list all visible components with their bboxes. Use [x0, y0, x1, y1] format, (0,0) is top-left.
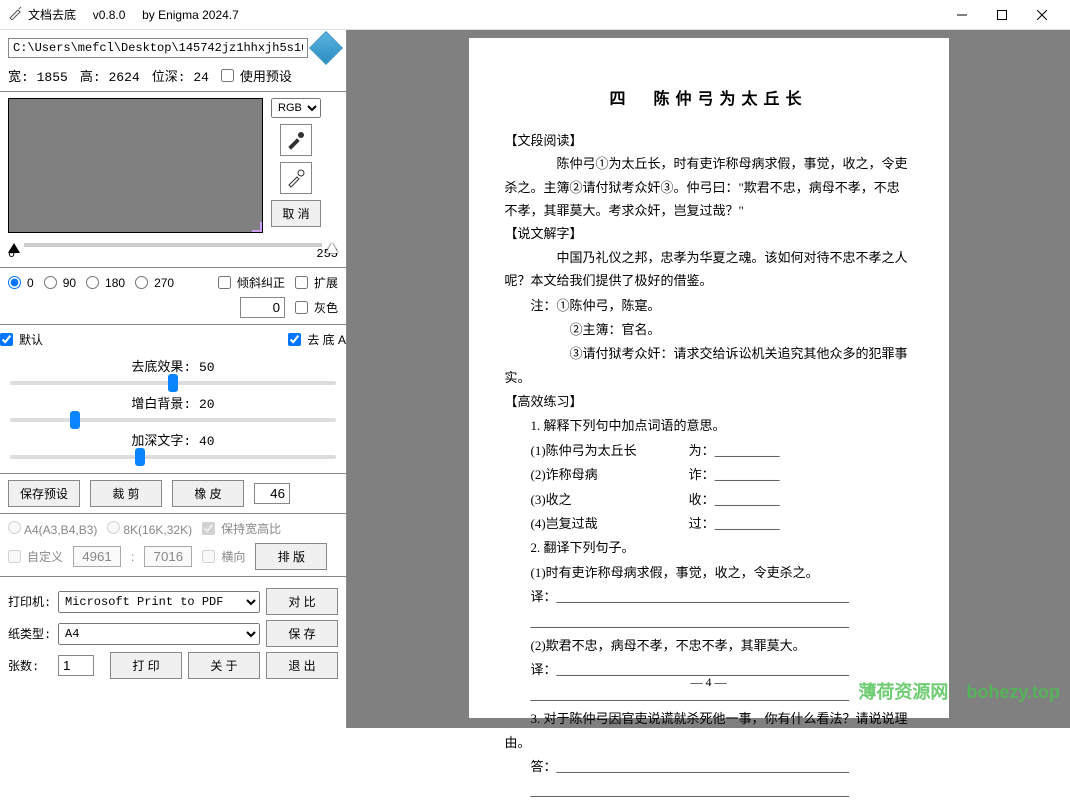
custom-size-checkbox: 自定义 — [8, 548, 63, 565]
width-info: 宽: 1855 — [8, 66, 68, 85]
eyedropper-light-icon[interactable] — [280, 162, 312, 194]
q3: 3. 对于陈仲弓因官吏说谎就杀死他一事，你有什么看法？请说说理由。 — [505, 707, 913, 754]
q2: 2. 翻译下列句子。 — [505, 536, 913, 559]
sec-exercise: 【高效练习】 — [505, 390, 913, 413]
papertype-select[interactable]: A4 — [58, 623, 260, 645]
deepen-label: 加深文字: 40 — [0, 430, 346, 449]
papertype-label: 纸类型: — [8, 625, 52, 642]
note-2: ③请付狱考众奸：请求交给诉讼机关追究其他众多的犯罪事实。 — [505, 342, 913, 389]
custom-h — [144, 546, 192, 567]
sec-reading: 【文段阅读】 — [505, 129, 913, 152]
save-button[interactable]: 保 存 — [266, 620, 338, 647]
printer-select[interactable]: Microsoft Print to PDF — [58, 591, 260, 613]
whiten-label: 增白背景: 20 — [0, 393, 346, 412]
document-page: 四 陈仲弓为太丘长 【文段阅读】 陈仲弓①为太丘长，时有吏诈称母病求假，事觉，收… — [469, 38, 949, 718]
save-preset-button[interactable]: 保存预设 — [8, 480, 80, 507]
paper-8k: 8K(16K,32K) — [107, 521, 192, 537]
q3a: 答：______________________________________… — [505, 755, 913, 778]
about-button[interactable]: 关 于 — [188, 652, 260, 679]
para-1: 陈仲弓①为太丘长，时有吏诈称母病求假，事觉，收之，令吏杀之。主簿②请付狱考众奸③… — [505, 152, 913, 222]
depth-info: 位深: 24 — [152, 66, 209, 85]
height-info: 高: 2624 — [80, 66, 140, 85]
eraser-size-input[interactable] — [254, 483, 290, 504]
crop-button[interactable]: 裁 剪 — [90, 480, 162, 507]
rotate-270[interactable]: 270 — [135, 276, 174, 290]
debg-a-checkbox[interactable]: 去 底 A — [288, 331, 346, 348]
extend-checkbox[interactable]: 扩展 — [295, 274, 338, 291]
custom-w — [73, 546, 121, 567]
printer-label: 打印机: — [8, 593, 52, 610]
copies-input[interactable] — [58, 655, 94, 676]
q2a2: 译：______________________________________… — [505, 585, 913, 608]
sec-chars: 【说文解字】 — [505, 222, 913, 245]
print-button[interactable]: 打 印 — [110, 652, 182, 679]
doc-title: 四 陈仲弓为太丘长 — [505, 86, 913, 115]
use-preset-checkbox[interactable]: 使用预设 — [221, 66, 292, 85]
maximize-button[interactable] — [982, 0, 1022, 30]
colormode-select[interactable]: RGB — [271, 98, 321, 118]
filepath-input[interactable] — [8, 38, 308, 58]
landscape-checkbox: 横向 — [202, 548, 245, 565]
open-file-button[interactable] — [309, 31, 343, 65]
preview-thumbnail — [8, 98, 263, 233]
typeset-button[interactable]: 排 版 — [255, 543, 327, 570]
whiten-slider[interactable] — [10, 418, 336, 422]
q1c: (3)收之 收：__________ — [505, 488, 913, 511]
q1b: (2)诈称母病 诈：__________ — [505, 463, 913, 486]
rotate-180[interactable]: 180 — [86, 276, 125, 290]
titlebar: 文档去底 v0.8.0 by Enigma 2024.7 — [0, 0, 1070, 30]
note-0: 注：①陈仲弓，陈寔。 — [505, 294, 913, 317]
q1d: (4)岂复过哉 过：__________ — [505, 512, 913, 535]
cancel-button[interactable]: 取 消 — [271, 200, 320, 227]
q2b: (2)欺君不忠，病母不孝，不忠不孝，其罪莫大。 — [505, 634, 913, 657]
close-button[interactable] — [1022, 0, 1062, 30]
grayscale-checkbox[interactable]: 灰色 — [295, 299, 338, 316]
skew-correct-checkbox[interactable]: 倾斜纠正 — [218, 274, 285, 291]
app-title: 文档去底 v0.8.0 by Enigma 2024.7 — [28, 6, 239, 23]
rotate-90[interactable]: 90 — [44, 276, 76, 290]
keep-ratio-checkbox: 保持宽高比 — [202, 520, 281, 537]
document-preview: 四 陈仲弓为太丘长 【文段阅读】 陈仲弓①为太丘长，时有吏诈称母病求假，事觉，收… — [347, 30, 1070, 728]
note-1: ②主簿：官名。 — [505, 318, 913, 341]
q2a3: ________________________________________… — [505, 610, 913, 633]
q1a: (1)陈仲弓为太丘长 为：__________ — [505, 439, 913, 462]
eraser-button[interactable]: 橡 皮 — [172, 480, 244, 507]
app-icon — [8, 6, 22, 23]
effect-label: 去底效果: 50 — [0, 356, 346, 375]
q3b: ________________________________________… — [505, 779, 913, 802]
angle-input[interactable] — [240, 297, 285, 318]
para-2: 中国乃礼仪之邦，忠孝为华夏之魂。该如何对待不忠不孝之人呢？本文给我们提供了极好的… — [505, 246, 913, 293]
default-checkbox[interactable]: 默认 — [0, 331, 43, 348]
rotate-0[interactable]: 0 — [8, 276, 34, 290]
watermark: 薄荷资源网 bohezy.top — [858, 678, 1060, 704]
minimize-button[interactable] — [942, 0, 982, 30]
compare-button[interactable]: 对 比 — [266, 588, 338, 615]
q1: 1. 解释下列句中加点词语的意思。 — [505, 414, 913, 437]
levels-slider[interactable] — [8, 237, 338, 247]
deepen-slider[interactable] — [10, 455, 336, 459]
effect-slider[interactable] — [10, 381, 336, 385]
eyedropper-dark-icon[interactable] — [280, 124, 312, 156]
q2a: (1)时有吏诈称母病求假，事觉，收之，令吏杀之。 — [505, 561, 913, 584]
exit-button[interactable]: 退 出 — [266, 652, 338, 679]
paper-a4: A4(A3,B4,B3) — [8, 521, 97, 537]
copies-label: 张数: — [8, 657, 52, 674]
left-panel: 宽: 1855 高: 2624 位深: 24 使用预设 RGB 取 消 — [0, 30, 347, 728]
